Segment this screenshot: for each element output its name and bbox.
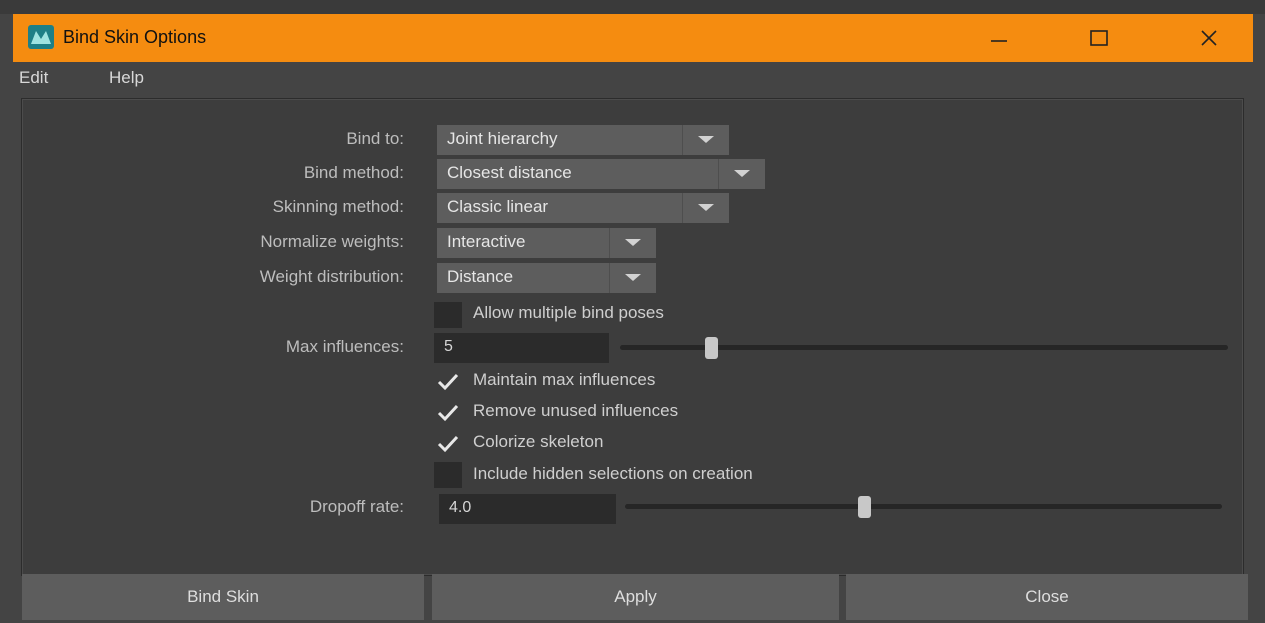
maintain-max-influences-label: Maintain max influences (473, 370, 656, 389)
bind-skin-options-window: Bind Skin Options Edit Help Bind to: Joi… (13, 14, 1253, 623)
chevron-down-icon (682, 125, 729, 155)
normalize-weights-label: Normalize weights: (260, 232, 404, 251)
checkmark-icon (437, 373, 459, 391)
maya-app-icon (28, 25, 54, 49)
chevron-down-icon (682, 193, 729, 223)
chevron-down-icon (718, 159, 765, 189)
chevron-down-icon (609, 263, 656, 293)
dropoff-rate-label: Dropoff rate: (309, 497, 404, 516)
max-influences-label: Max influences: (285, 337, 404, 356)
skinning-method-dropdown[interactable]: Classic linear (437, 193, 729, 223)
bind-to-value: Joint hierarchy (447, 129, 558, 148)
normalize-weights-value: Interactive (447, 232, 526, 251)
background-strip (0, 0, 1265, 14)
weight-distribution-label: Weight distribution: (259, 267, 404, 286)
checkmark-icon (437, 404, 459, 422)
title-bar[interactable]: Bind Skin Options (13, 14, 1253, 62)
close-button[interactable]: Close (846, 574, 1248, 620)
menu-edit[interactable]: Edit (19, 68, 48, 88)
skinning-method-label: Skinning method: (272, 197, 404, 216)
bind-method-value: Closest distance (447, 163, 572, 182)
minimize-icon[interactable] (963, 14, 1035, 62)
max-influences-value: 5 (444, 338, 453, 355)
bind-method-label: Bind method: (303, 163, 404, 182)
bind-method-dropdown[interactable]: Closest distance (437, 159, 765, 189)
close-icon[interactable] (1173, 14, 1245, 62)
maximize-icon[interactable] (1063, 14, 1135, 62)
checkmark-icon (437, 435, 459, 453)
maintain-max-influences-checkbox[interactable] (434, 369, 462, 395)
allow-multiple-bind-poses-label: Allow multiple bind poses (473, 303, 664, 322)
max-influences-field[interactable]: 5 (434, 333, 609, 363)
colorize-skeleton-label: Colorize skeleton (473, 432, 604, 451)
bind-to-label: Bind to: (346, 129, 404, 148)
dropoff-rate-slider-handle[interactable] (857, 496, 871, 518)
include-hidden-selections-checkbox[interactable] (434, 462, 462, 488)
allow-multiple-bind-poses-checkbox[interactable] (434, 302, 462, 328)
include-hidden-selections-label: Include hidden selections on creation (473, 464, 753, 483)
bind-skin-button[interactable]: Bind Skin (22, 574, 424, 620)
skinning-method-value: Classic linear (447, 197, 549, 216)
bind-to-dropdown[interactable]: Joint hierarchy (437, 125, 729, 155)
normalize-weights-dropdown[interactable]: Interactive (437, 228, 656, 258)
options-panel: Bind to: Joint hierarchy Bind method: Cl… (21, 98, 1244, 576)
colorize-skeleton-checkbox[interactable] (434, 431, 462, 457)
chevron-down-icon (609, 228, 656, 258)
menu-bar: Edit Help (13, 62, 1253, 94)
weight-distribution-dropdown[interactable]: Distance (437, 263, 656, 293)
dropoff-rate-slider-track[interactable] (625, 504, 1222, 509)
remove-unused-influences-checkbox[interactable] (434, 400, 462, 426)
weight-distribution-value: Distance (447, 267, 514, 286)
window-title: Bind Skin Options (63, 27, 207, 47)
dropoff-rate-field[interactable]: 4.0 (439, 494, 616, 524)
max-influences-slider-handle[interactable] (705, 337, 719, 359)
dropoff-rate-value: 4.0 (449, 499, 472, 516)
menu-help[interactable]: Help (109, 68, 144, 88)
remove-unused-influences-label: Remove unused influences (473, 401, 679, 420)
apply-button[interactable]: Apply (432, 574, 839, 620)
